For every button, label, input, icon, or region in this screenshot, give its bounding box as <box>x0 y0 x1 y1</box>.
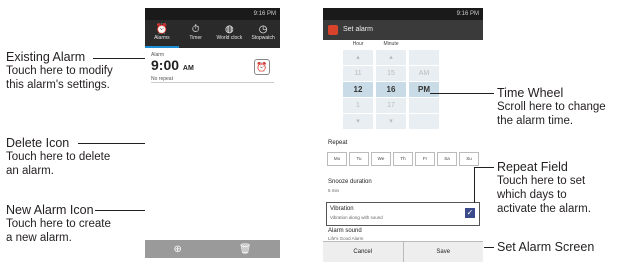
save-button[interactable]: Save <box>404 242 484 262</box>
timer-icon: ⏱ <box>191 24 200 35</box>
tab-stopwatch-label: Stopwatch <box>251 35 275 41</box>
repeat-field[interactable]: Mo Tu We Th Fr Sa Su <box>327 152 479 166</box>
time-wheel-leader <box>430 93 494 94</box>
existing-alarm-desc1: Touch here to modify <box>6 65 113 77</box>
existing-alarm-row[interactable]: Alarm 9:00 AM No repeat ⏰ <box>151 52 274 83</box>
delete-icon-desc2: an alarm. <box>6 165 54 177</box>
minute-wheel[interactable]: Minute ▴ 15 16 17 ▾ <box>376 41 406 130</box>
bottom-action-bar: ⊕ 🗑 <box>145 240 280 258</box>
ampm-header <box>409 41 439 50</box>
ampm-cell-selected: PM <box>409 82 439 98</box>
set-alarm-screen-annotation: Set Alarm Screen <box>497 240 594 254</box>
day-button[interactable]: We <box>371 152 391 166</box>
tab-world-clock[interactable]: ◍ World clock <box>213 20 247 48</box>
hour-cell: 11 <box>343 66 373 82</box>
repeat-field-annotation: Repeat Field Touch here to set which day… <box>497 160 591 216</box>
tab-alarms[interactable]: ⏰ Alarms <box>145 20 179 48</box>
stopwatch-icon: ◷ <box>258 24 268 35</box>
new-alarm-icon[interactable]: ⊕ <box>173 244 181 255</box>
alarm-list-screen: 9:16 PM ⏰ Alarms ⏱ Timer ◍ World clock ◷… <box>145 8 280 258</box>
ampm-cell: AM <box>409 66 439 82</box>
existing-alarm-annotation: Existing Alarm Touch here to modify this… <box>6 50 113 92</box>
alarm-clock-icon: ⏰ <box>155 24 169 35</box>
minute-header: Minute <box>383 41 399 47</box>
globe-icon: ◍ <box>225 24 234 35</box>
existing-alarm-leader <box>93 58 145 59</box>
tab-world-clock-label: World clock <box>216 35 243 41</box>
hour-cell: 1 <box>343 98 373 114</box>
set-alarm-leader <box>484 247 494 248</box>
ampm-cell <box>409 114 439 130</box>
repeat-field-leader-v <box>474 167 475 203</box>
repeat-field-title: Repeat Field <box>497 160 568 174</box>
ampm-cell <box>409 98 439 114</box>
time-wheel[interactable]: Hour ▴ 11 12 1 ▾ Minute ▴ 15 16 17 ▾ AM … <box>343 41 443 130</box>
alarm-time-value: 9:00 <box>151 57 180 73</box>
existing-alarm-desc2: this alarm's settings. <box>6 79 110 91</box>
delete-icon-desc1: Touch here to delete <box>6 151 111 163</box>
snooze-label[interactable]: Snooze duration <box>328 179 372 185</box>
alarm-repeat: No repeat <box>151 76 173 82</box>
minute-cell: ▾ <box>376 114 406 130</box>
time-wheel-desc2: the alarm time. <box>497 115 574 127</box>
day-button[interactable]: Th <box>393 152 413 166</box>
hour-cell: ▴ <box>343 50 373 66</box>
repeat-label: Repeat <box>328 140 348 146</box>
repeat-field-desc1: Touch here to set <box>497 175 586 187</box>
repeat-field-desc3: activate the alarm. <box>497 203 591 215</box>
time-wheel-desc1: Scroll here to change <box>497 101 606 113</box>
day-button[interactable]: Mo <box>327 152 347 166</box>
vibration-checkbox[interactable]: ✓ <box>465 208 475 218</box>
alarm-app-icon <box>328 25 338 35</box>
status-bar: 9:16 PM <box>145 8 280 20</box>
minute-cell-selected: 16 <box>376 82 406 98</box>
hour-cell: ▾ <box>343 114 373 130</box>
time-wheel-annotation: Time Wheel Scroll here to change the ala… <box>497 86 606 128</box>
repeat-field-desc2: which days to <box>497 189 567 201</box>
set-alarm-screen-title: Set Alarm Screen <box>497 240 595 254</box>
status-bar-2: 9:16 PM <box>323 8 483 20</box>
alarm-ampm: AM <box>182 65 194 72</box>
day-button[interactable]: Fr <box>415 152 435 166</box>
tab-timer-label: Timer <box>189 35 202 41</box>
delete-icon[interactable]: 🗑 <box>239 244 252 255</box>
day-button[interactable]: Su <box>459 152 479 166</box>
day-button[interactable]: Sa <box>437 152 457 166</box>
tab-bar: ⏰ Alarms ⏱ Timer ◍ World clock ◷ Stopwat… <box>145 20 280 48</box>
new-alarm-icon-desc2: a new alarm. <box>6 232 72 244</box>
ampm-cell <box>409 50 439 66</box>
set-alarm-header: Set alarm <box>323 20 483 40</box>
vibration-value: Vibration along with sound <box>330 215 383 220</box>
day-button[interactable]: Tu <box>349 152 369 166</box>
ampm-wheel[interactable]: AM PM <box>409 41 439 130</box>
hour-wheel[interactable]: Hour ▴ 11 12 1 ▾ <box>343 41 373 130</box>
existing-alarm-title: Existing Alarm <box>6 50 86 64</box>
tab-timer[interactable]: ⏱ Timer <box>179 20 213 48</box>
minute-cell: 15 <box>376 66 406 82</box>
vibration-label: Vibration <box>330 206 354 212</box>
snooze-value: 5 min <box>328 188 340 193</box>
set-alarm-screen: 9:16 PM Set alarm Hour ▴ 11 12 1 ▾ Minut… <box>323 8 483 262</box>
vibration-row[interactable]: Vibration Vibration along with sound ✓ <box>326 202 480 226</box>
repeat-field-leader-h <box>474 167 494 168</box>
alarm-toggle-icon[interactable]: ⏰ <box>254 59 270 75</box>
set-alarm-title: Set alarm <box>343 26 373 33</box>
hour-header: Hour <box>352 41 364 47</box>
alarm-sound-label[interactable]: Alarm sound <box>328 228 362 234</box>
cancel-button[interactable]: Cancel <box>323 242 404 262</box>
time-wheel-title: Time Wheel <box>497 86 564 100</box>
action-buttons: Cancel Save <box>323 241 483 262</box>
minute-cell: 17 <box>376 98 406 114</box>
tab-stopwatch[interactable]: ◷ Stopwatch <box>246 20 280 48</box>
new-alarm-icon-desc1: Touch here to create <box>6 218 111 230</box>
minute-cell: ▴ <box>376 50 406 66</box>
hour-cell-selected: 12 <box>343 82 373 98</box>
tab-alarms-label: Alarms <box>154 35 170 41</box>
